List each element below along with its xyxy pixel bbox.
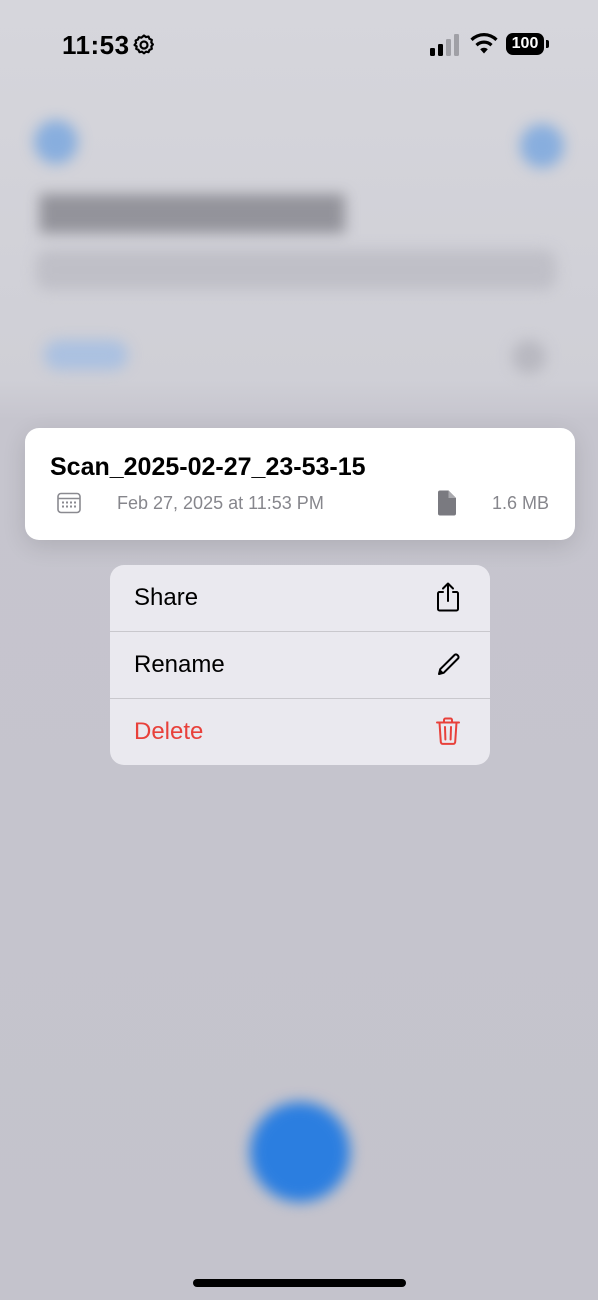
menu-item-share[interactable]: Share <box>110 565 490 631</box>
cellular-signal-icon <box>430 34 459 56</box>
calendar-icon <box>57 492 81 514</box>
blurred-title: ▆▆▆▆▆▆▆▆▆ <box>40 183 345 232</box>
file-size: 1.6 MB <box>491 493 549 513</box>
wifi-icon <box>470 33 498 54</box>
menu-item-rename[interactable]: Rename <box>110 632 490 698</box>
status-time: 11:53 <box>62 30 130 60</box>
blurred-left-button <box>34 120 78 164</box>
blurred-scan-button <box>250 1102 350 1202</box>
delete-label: Delete <box>134 718 204 745</box>
menu-item-delete[interactable]: Delete <box>110 699 490 765</box>
blurred-right-button <box>520 124 564 168</box>
trash-icon <box>436 717 460 745</box>
battery-level: 100 <box>511 35 539 52</box>
battery-indicator: 100 <box>506 33 550 55</box>
battery-tip <box>546 40 549 48</box>
home-indicator[interactable] <box>193 1279 406 1287</box>
share-icon <box>437 582 459 612</box>
blurred-sort-button <box>512 340 546 374</box>
context-menu: Share Rename Delete <box>110 565 490 765</box>
file-date: Feb 27, 2025 at 11:53 PM <box>117 493 324 513</box>
document-icon <box>438 490 456 516</box>
gear-icon <box>133 34 154 55</box>
file-preview-card[interactable]: Scan_2025-02-27_23-53-15 Feb 27, 2025 at… <box>25 428 575 540</box>
blurred-filter-pill <box>44 340 128 370</box>
rename-label: Rename <box>134 651 225 678</box>
pencil-icon <box>438 653 460 675</box>
status-bar: 11:53 100 <box>0 0 598 90</box>
file-name: Scan_2025-02-27_23-53-15 <box>50 453 366 481</box>
share-label: Share <box>134 584 199 611</box>
blurred-search <box>36 250 556 290</box>
